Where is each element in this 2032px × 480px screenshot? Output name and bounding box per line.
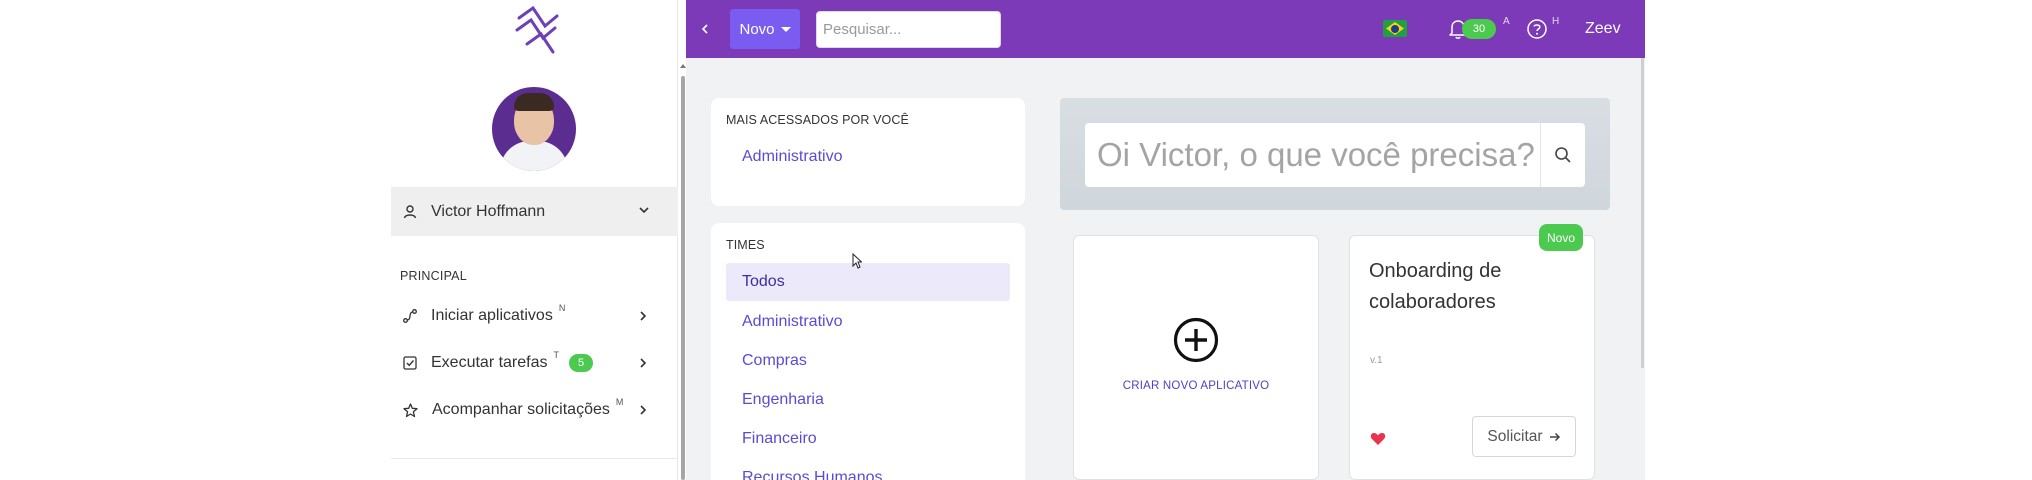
- create-app-card[interactable]: CRIAR NOVO APLICATIVO: [1073, 235, 1319, 480]
- main-scrollbar[interactable]: [1641, 58, 1644, 368]
- chevron-right-icon: [640, 358, 647, 368]
- hero-search-input[interactable]: [1085, 123, 1540, 187]
- arrow-right-icon: [1549, 432, 1560, 441]
- zeev-logo[interactable]: [509, 4, 569, 56]
- app-card-version: v.1: [1370, 355, 1383, 366]
- chevron-right-icon: [640, 311, 647, 321]
- most-accessed-item[interactable]: Administrativo: [742, 148, 842, 166]
- brazil-flag-icon[interactable]: [1383, 20, 1407, 37]
- topbar: Novo 30 A H Zeev: [686, 0, 1645, 58]
- team-item-administrativo[interactable]: Administrativo: [742, 313, 842, 331]
- team-item-recursos-humanos[interactable]: Recursos Humanos: [742, 469, 883, 480]
- plus-circle-icon: [1173, 317, 1219, 363]
- help-icon[interactable]: [1526, 18, 1548, 40]
- star-icon: [403, 402, 418, 417]
- most-accessed-card: MAIS ACESSADOS POR VOCÊ Administrativo: [711, 98, 1025, 206]
- most-accessed-title: MAIS ACESSADOS POR VOCÊ: [726, 113, 909, 127]
- team-item-financeiro[interactable]: Financeiro: [742, 430, 817, 448]
- hero-search-button[interactable]: [1540, 123, 1585, 187]
- team-item-engenharia[interactable]: Engenharia: [742, 391, 824, 409]
- user-name: Victor Hoffmann: [431, 202, 546, 220]
- notifications-badge[interactable]: 30: [1462, 19, 1496, 39]
- divider: [391, 458, 678, 459]
- search-input[interactable]: [816, 11, 1001, 48]
- teams-card: TIMES Todos Administrativo Compras Engen…: [711, 223, 1025, 480]
- nav-acompanhar-solicitacoes[interactable]: Acompanhar solicitações M: [391, 390, 678, 430]
- tasks-badge: 5: [569, 354, 594, 372]
- app-window: Victor Hoffmann PRINCIPAL Iniciar aplica…: [391, 0, 1645, 480]
- teams-title: TIMES: [726, 238, 765, 252]
- chevron-right-icon: [640, 405, 647, 415]
- chevron-left-icon: [701, 24, 708, 34]
- section-label: PRINCIPAL: [400, 269, 467, 283]
- hero-search: [1060, 98, 1610, 210]
- app-card-onboarding[interactable]: Novo Onboarding de colaboradores v.1 Sol…: [1349, 224, 1595, 480]
- sidebar: Victor Hoffmann PRINCIPAL Iniciar aplica…: [391, 0, 678, 480]
- checkbox-icon: [403, 356, 417, 370]
- heart-icon[interactable]: [1370, 431, 1386, 446]
- scrollbar-thumb[interactable]: [681, 76, 685, 480]
- app-card-title: Onboarding de colaboradores: [1369, 260, 1502, 313]
- mouse-cursor-icon: [852, 253, 862, 269]
- collapse-sidebar-button[interactable]: [694, 18, 716, 40]
- user-menu[interactable]: Victor Hoffmann: [391, 187, 678, 236]
- main-content: MAIS ACESSADOS POR VOCÊ Administrativo T…: [686, 58, 1645, 480]
- route-icon: [403, 309, 417, 323]
- create-app-label: CRIAR NOVO APLICATIVO: [1122, 380, 1270, 392]
- new-badge: Novo: [1539, 224, 1583, 251]
- nav-executar-tarefas[interactable]: Executar tarefas T 5: [391, 343, 678, 383]
- new-button[interactable]: Novo: [730, 9, 800, 49]
- notifications-shortcut: A: [1503, 16, 1510, 27]
- request-button[interactable]: Solicitar: [1472, 416, 1576, 457]
- username-menu[interactable]: Zeev: [1585, 20, 1621, 38]
- avatar[interactable]: [492, 87, 576, 171]
- search-icon: [1555, 147, 1571, 163]
- team-item-todos[interactable]: Todos: [726, 263, 1010, 301]
- chevron-down-icon: [639, 207, 649, 214]
- team-item-compras[interactable]: Compras: [742, 352, 807, 370]
- nav-iniciar-aplicativos[interactable]: Iniciar aplicativos N: [391, 296, 678, 336]
- user-icon: [403, 204, 417, 218]
- caret-down-icon: [780, 26, 791, 32]
- help-shortcut: H: [1552, 16, 1560, 27]
